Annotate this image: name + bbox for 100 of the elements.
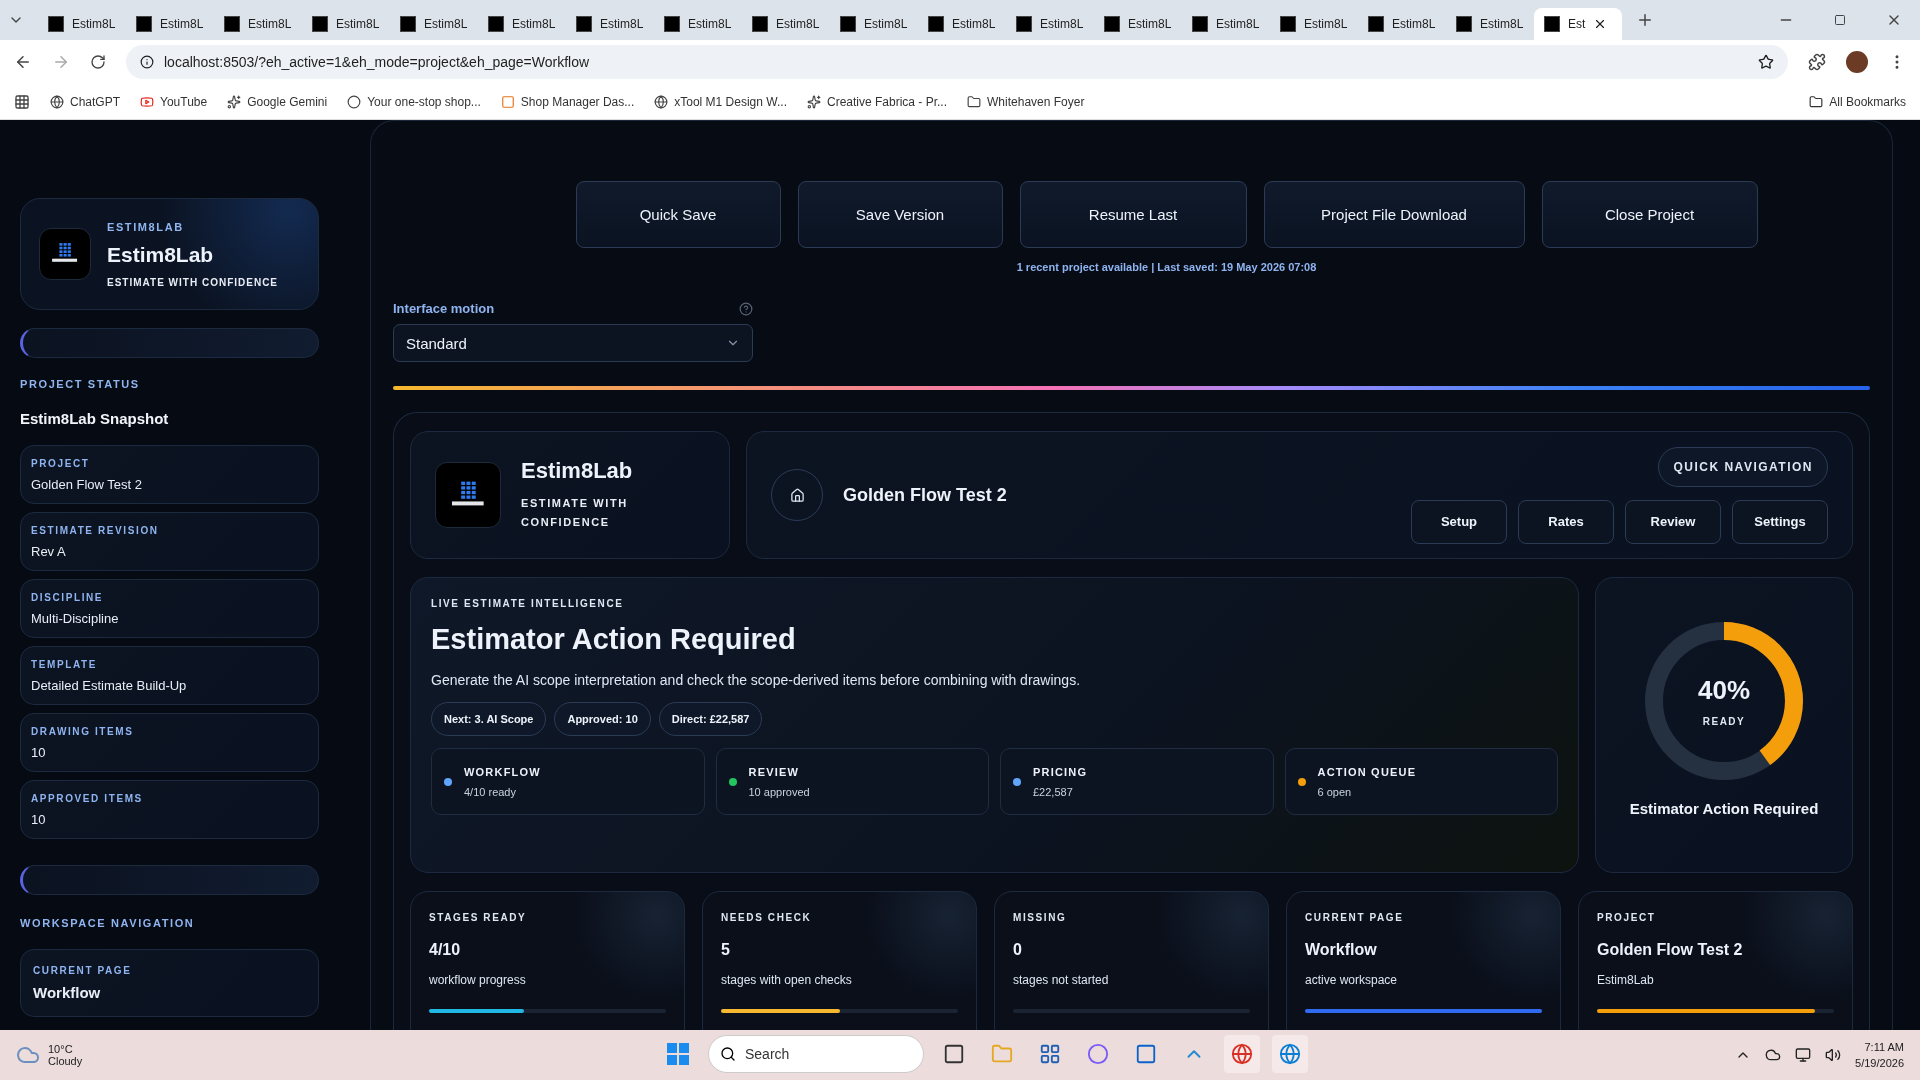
card-eyebrow: LIVE ESTIMATE INTELLIGENCE bbox=[431, 598, 625, 609]
browser-icon[interactable] bbox=[1272, 1035, 1308, 1073]
tab-favicon bbox=[224, 16, 240, 32]
new-tab-icon[interactable] bbox=[1636, 11, 1654, 29]
stat-value: 5 bbox=[721, 941, 731, 959]
bookmark[interactable]: Creative Fabrica - Pr... bbox=[807, 94, 948, 109]
restore-icon[interactable] bbox=[1834, 14, 1846, 26]
browser-tab[interactable]: Estim8L bbox=[566, 8, 654, 40]
bookmark[interactable]: YouTube bbox=[140, 94, 208, 109]
section-heading: PROJECT STATUS bbox=[20, 378, 141, 390]
status-label: DISCIPLINE bbox=[31, 591, 105, 603]
sparkle-icon bbox=[227, 94, 242, 109]
browser-tab[interactable]: Estim8L bbox=[1446, 8, 1534, 40]
circle-icon bbox=[347, 94, 362, 109]
bookmark[interactable]: Whitehaven Foyer bbox=[967, 94, 1085, 109]
all-bookmarks[interactable]: All Bookmarks bbox=[1809, 94, 1906, 109]
tab-favicon bbox=[928, 16, 944, 32]
browser-tab[interactable]: Estim8L bbox=[742, 8, 830, 40]
tab-favicon bbox=[488, 16, 504, 32]
volume-icon[interactable] bbox=[1825, 1047, 1842, 1063]
nav-button[interactable]: Review bbox=[1625, 499, 1721, 544]
video-icon bbox=[140, 94, 154, 109]
signal-label: REVIEW bbox=[748, 765, 801, 778]
current-page-value: Workflow bbox=[33, 984, 102, 1001]
signal-value: 6 open bbox=[1317, 785, 1353, 798]
browser-tab[interactable]: Estim8L bbox=[830, 8, 918, 40]
extensions-icon[interactable] bbox=[1808, 53, 1826, 71]
weather-temp: 10°C bbox=[48, 1043, 74, 1055]
browser-tab[interactable]: Estim8L bbox=[1182, 8, 1270, 40]
readiness-percent: 40% bbox=[1697, 675, 1750, 706]
action-button[interactable]: Resume Last bbox=[1019, 181, 1247, 248]
tab-favicon bbox=[1016, 16, 1032, 32]
star-icon[interactable] bbox=[1758, 54, 1774, 70]
globe-icon bbox=[50, 94, 64, 109]
status-label: PROJECT bbox=[31, 457, 91, 469]
action-button[interactable]: Save Version bbox=[797, 181, 1003, 248]
monitor-icon[interactable] bbox=[1795, 1047, 1812, 1063]
browser-tab[interactable]: Estim8L bbox=[918, 8, 1006, 40]
status-label: ESTIMATE REVISION bbox=[31, 524, 160, 536]
bookmark[interactable]: Shop Manager Das... bbox=[500, 94, 635, 109]
signal-label: PRICING bbox=[1033, 765, 1088, 778]
brand-name: Estim8Lab bbox=[107, 242, 215, 267]
browser-tab[interactable]: Estim8L bbox=[1094, 8, 1182, 40]
avatar[interactable] bbox=[1846, 51, 1868, 73]
signal-value: 4/10 ready bbox=[464, 785, 517, 798]
reload-icon[interactable] bbox=[90, 54, 106, 70]
tab-favicon bbox=[312, 16, 328, 32]
project-title: Golden Flow Test 2 bbox=[843, 484, 1008, 506]
taskbar-search[interactable]: Search bbox=[708, 1035, 924, 1073]
action-button[interactable]: Project File Download bbox=[1263, 181, 1525, 248]
quick-navigation-button[interactable]: QUICK NAVIGATION bbox=[1658, 446, 1828, 487]
back-icon[interactable] bbox=[14, 53, 32, 71]
nav-button[interactable]: Rates bbox=[1518, 499, 1614, 544]
brand-name: Estim8Lab bbox=[521, 458, 634, 484]
status-value: Multi-Discipline bbox=[31, 610, 120, 626]
bookmark[interactable]: Your one-stop shop... bbox=[347, 94, 481, 109]
stat-subtitle: stages with open checks bbox=[721, 973, 853, 987]
tab-favicon bbox=[840, 16, 856, 32]
field-label: Interface motion bbox=[393, 301, 495, 316]
browser-tab[interactable]: Estim8L bbox=[654, 8, 742, 40]
stat-label: CURRENT PAGE bbox=[1305, 912, 1405, 923]
clock-time: 7:11 AM bbox=[1863, 1039, 1904, 1055]
signal-value: 10 approved bbox=[748, 785, 810, 798]
weather-condition: Cloudy bbox=[48, 1055, 83, 1067]
browser-tab[interactable]: Estim8L bbox=[302, 8, 390, 40]
tab-favicon bbox=[664, 16, 680, 32]
status-value: 10 bbox=[31, 744, 47, 760]
search-icon bbox=[720, 1046, 736, 1062]
help-icon[interactable] bbox=[739, 301, 753, 316]
tab-favicon bbox=[576, 16, 592, 32]
browser-tab[interactable]: Estim8L bbox=[1270, 8, 1358, 40]
tab-favicon bbox=[48, 16, 64, 32]
browser-icon[interactable] bbox=[1224, 1035, 1260, 1073]
address-bar[interactable]: localhost:8503/?eh_active=1&eh_mode=project&eh_page=Workflow bbox=[126, 45, 1788, 79]
sparkle-icon bbox=[807, 94, 821, 109]
apps-icon[interactable] bbox=[14, 93, 30, 110]
browser-tab[interactable]: Estim8L bbox=[1006, 8, 1094, 40]
browser-tab[interactable]: Estim8L bbox=[126, 8, 214, 40]
nav-button[interactable]: Setup bbox=[1411, 499, 1507, 544]
stat-label: STAGES READY bbox=[429, 912, 528, 923]
browser-tab[interactable]: Estim8L bbox=[390, 8, 478, 40]
stat-subtitle: active workspace bbox=[1305, 973, 1399, 987]
browser-tab[interactable]: Est bbox=[1534, 8, 1622, 40]
bookmark[interactable]: xTool M1 Design W... bbox=[654, 94, 787, 109]
stat-subtitle: Estim8Lab bbox=[1597, 973, 1655, 987]
bookmark[interactable]: Google Gemini bbox=[227, 94, 328, 109]
browser-tab[interactable]: Estim8L bbox=[38, 8, 126, 40]
action-button[interactable]: Close Project bbox=[1541, 181, 1758, 248]
tab-favicon bbox=[1280, 16, 1296, 32]
browser-tab[interactable]: Estim8L bbox=[214, 8, 302, 40]
action-button[interactable]: Quick Save bbox=[575, 181, 781, 248]
browser-tab[interactable]: Estim8L bbox=[1358, 8, 1446, 40]
info-chip: Next: 3. AI Scope bbox=[431, 702, 547, 736]
motion-select[interactable]: Standard bbox=[393, 324, 753, 362]
cloud-icon[interactable] bbox=[1765, 1047, 1782, 1063]
nav-button[interactable]: Settings bbox=[1732, 499, 1828, 544]
card-title: Estimator Action Required bbox=[431, 623, 797, 656]
browser-tab[interactable]: Estim8L bbox=[478, 8, 566, 40]
bookmark[interactable]: ChatGPT bbox=[50, 94, 120, 109]
info-icon[interactable] bbox=[140, 55, 154, 69]
